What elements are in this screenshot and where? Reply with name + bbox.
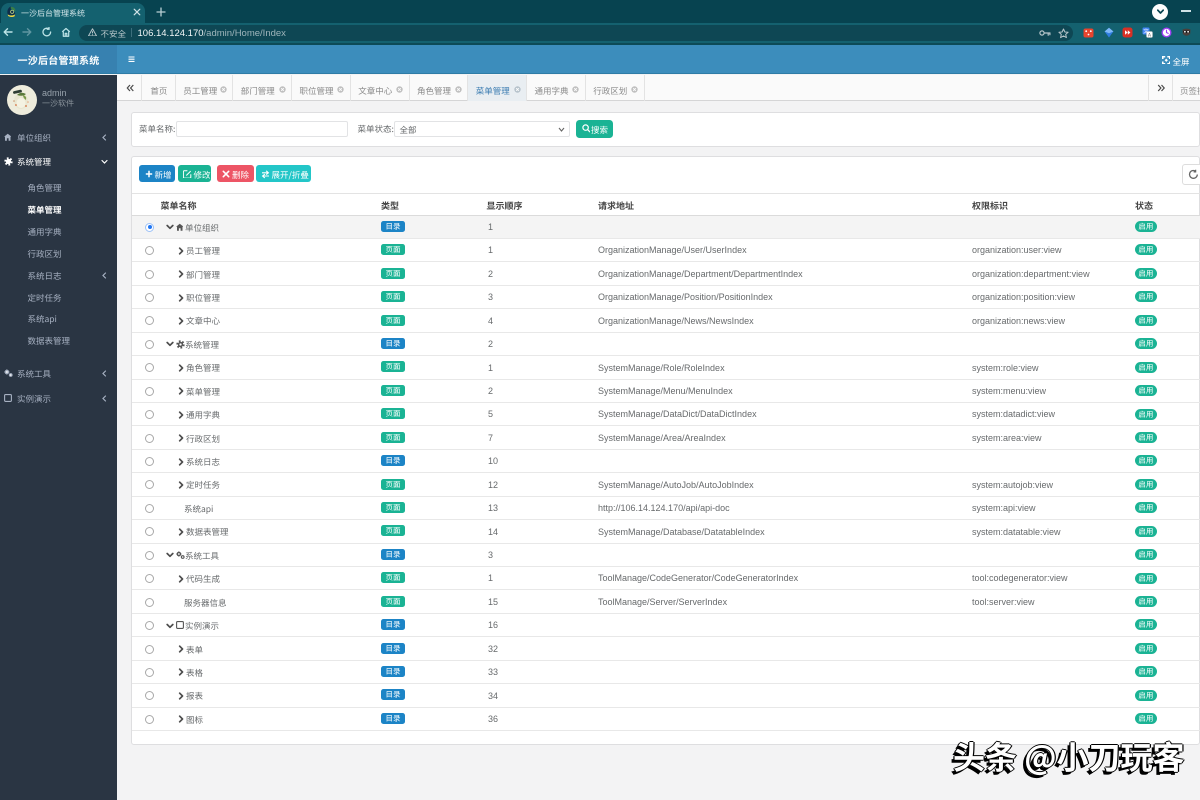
svg-text:A: A xyxy=(1148,31,1151,38)
